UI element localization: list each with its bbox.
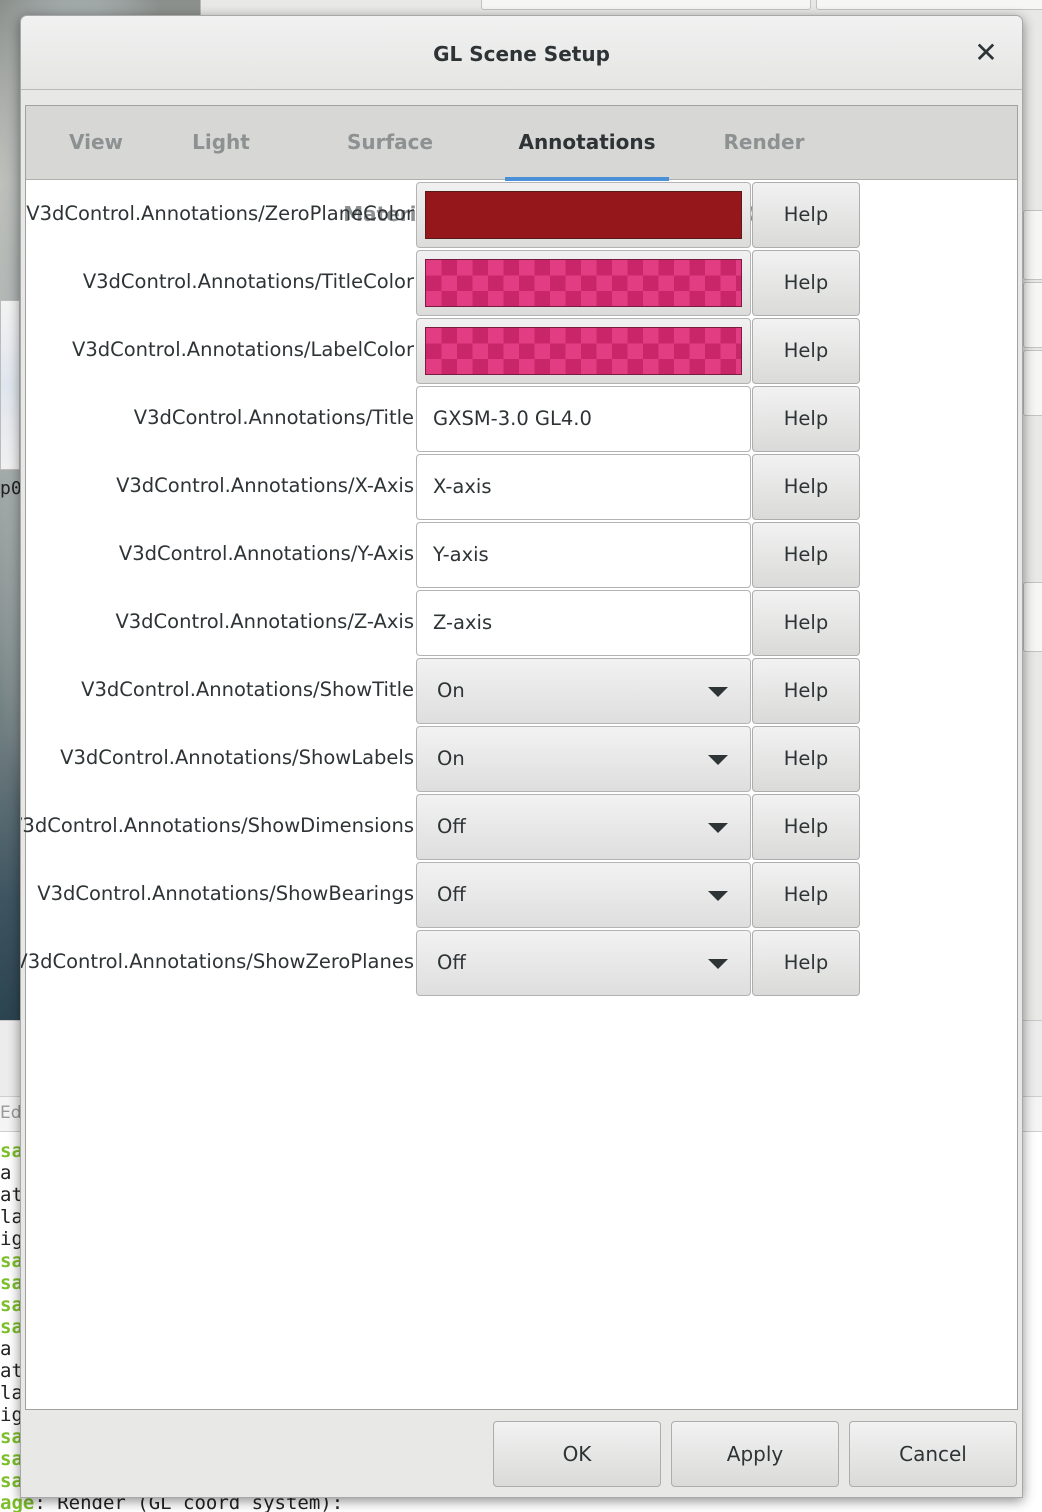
field-label: V3dControl.Annotations/ShowTitle (81, 678, 414, 701)
chevron-down-icon (708, 823, 728, 833)
title-color-button[interactable] (416, 250, 751, 316)
dropdown-value: Off (437, 815, 466, 838)
row-label-color: V3dControl.Annotations/LabelColor Help (26, 317, 886, 385)
row-title-color: V3dControl.Annotations/TitleColor Help (26, 249, 886, 317)
dialog-titlebar: GL Scene Setup ✕ (21, 16, 1022, 90)
chevron-down-icon (708, 959, 728, 969)
dialog-title: GL Scene Setup (433, 42, 610, 66)
show-labels-dropdown[interactable]: On (416, 726, 751, 792)
row-z-axis: V3dControl.Annotations/Z-Axis Z-axis Hel… (26, 589, 886, 657)
help-button[interactable]: Help (752, 182, 860, 248)
tab-bar: View Light Surface Material Annotations … (26, 106, 1017, 226)
field-label: V3dControl.Annotations/Y-Axis (118, 542, 414, 565)
z-axis-input[interactable]: Z-axis (416, 590, 751, 656)
zero-plane-color-button[interactable] (416, 182, 751, 248)
row-show-dimensions: V3dControl.Annotations/ShowDimensions Of… (21, 793, 886, 861)
label-color-button[interactable] (416, 318, 751, 384)
color-swatch (425, 259, 742, 307)
chevron-down-icon (708, 891, 728, 901)
row-zero-plane-color: V3dControl.Annotations/ZeroPlaneColor He… (26, 181, 886, 249)
show-bearings-dropdown[interactable]: Off (416, 862, 751, 928)
help-button[interactable]: Help (752, 930, 860, 996)
show-dimensions-dropdown[interactable]: Off (416, 794, 751, 860)
help-button[interactable]: Help (752, 454, 860, 520)
settings-notebook: View Light Surface Material Annotations … (21, 105, 1018, 1410)
chevron-down-icon (708, 687, 728, 697)
row-show-title: V3dControl.Annotations/ShowTitle On Help (26, 657, 886, 725)
tab-view[interactable]: View (56, 106, 136, 180)
field-label: V3dControl.Annotations/LabelColor (72, 338, 414, 361)
help-button[interactable]: Help (752, 522, 860, 588)
field-label: V3dControl.Annotations/Title (133, 406, 414, 429)
help-button[interactable]: Help (752, 318, 860, 384)
help-button[interactable]: Help (752, 386, 860, 452)
help-button[interactable]: Help (752, 726, 860, 792)
row-y-axis: V3dControl.Annotations/Y-Axis Y-axis Hel… (26, 521, 886, 589)
dropdown-value: Off (437, 883, 466, 906)
tab-annotations[interactable]: Annotations (505, 106, 669, 181)
close-icon[interactable]: ✕ (971, 38, 1001, 68)
field-label: V3dControl.Annotations/ShowDimensions (20, 814, 414, 837)
tab-surface-material[interactable]: Surface Material (308, 106, 472, 226)
background-text: p0 (0, 478, 22, 499)
cancel-button[interactable]: Cancel (849, 1421, 1017, 1487)
dropdown-value: On (437, 747, 465, 770)
field-label: V3dControl.Annotations/TitleColor (82, 270, 414, 293)
help-button[interactable]: Help (752, 794, 860, 860)
help-button[interactable]: Help (752, 250, 860, 316)
field-label: V3dControl.Annotations/ShowZeroPlanes (20, 950, 414, 973)
x-axis-input[interactable]: X-axis (416, 454, 751, 520)
tab-render-opt[interactable]: Render Opt. (703, 106, 825, 226)
title-input[interactable]: GXSM-3.0 GL4.0 (416, 386, 751, 452)
help-button[interactable]: Help (752, 590, 860, 656)
ok-button[interactable]: OK (493, 1421, 661, 1487)
field-label: V3dControl.Annotations/Z-Axis (115, 610, 414, 633)
color-swatch (425, 327, 742, 375)
help-button[interactable]: Help (752, 862, 860, 928)
row-show-bearings: V3dControl.Annotations/ShowBearings Off … (26, 861, 886, 929)
gl-scene-setup-dialog: GL Scene Setup ✕ View Light Surface Mate… (20, 15, 1023, 1498)
field-label: V3dControl.Annotations/ShowLabels (60, 746, 414, 769)
console-line: a (0, 1162, 12, 1184)
dropdown-value: On (437, 679, 465, 702)
dropdown-value: Off (437, 951, 466, 974)
show-title-dropdown[interactable]: On (416, 658, 751, 724)
apply-button[interactable]: Apply (671, 1421, 839, 1487)
row-show-zero-planes: V3dControl.Annotations/ShowZeroPlanes Of… (21, 929, 886, 997)
background-tab-label: Ed (0, 1103, 22, 1123)
row-title: V3dControl.Annotations/Title GXSM-3.0 GL… (26, 385, 886, 453)
color-swatch (425, 191, 742, 239)
row-x-axis: V3dControl.Annotations/X-Axis X-axis Hel… (26, 453, 886, 521)
field-label: V3dControl.Annotations/ShowBearings (37, 882, 414, 905)
field-label: V3dControl.Annotations/ZeroPlaneColor (26, 202, 414, 225)
console-line: a (0, 1338, 12, 1360)
field-label: V3dControl.Annotations/X-Axis (116, 474, 414, 497)
show-zero-planes-dropdown[interactable]: Off (416, 930, 751, 996)
y-axis-input[interactable]: Y-axis (416, 522, 751, 588)
background-thumbnail (0, 300, 20, 470)
chevron-down-icon (708, 755, 728, 765)
row-show-labels: V3dControl.Annotations/ShowLabels On Hel… (26, 725, 886, 793)
help-button[interactable]: Help (752, 658, 860, 724)
tab-light[interactable]: Light (186, 106, 256, 180)
